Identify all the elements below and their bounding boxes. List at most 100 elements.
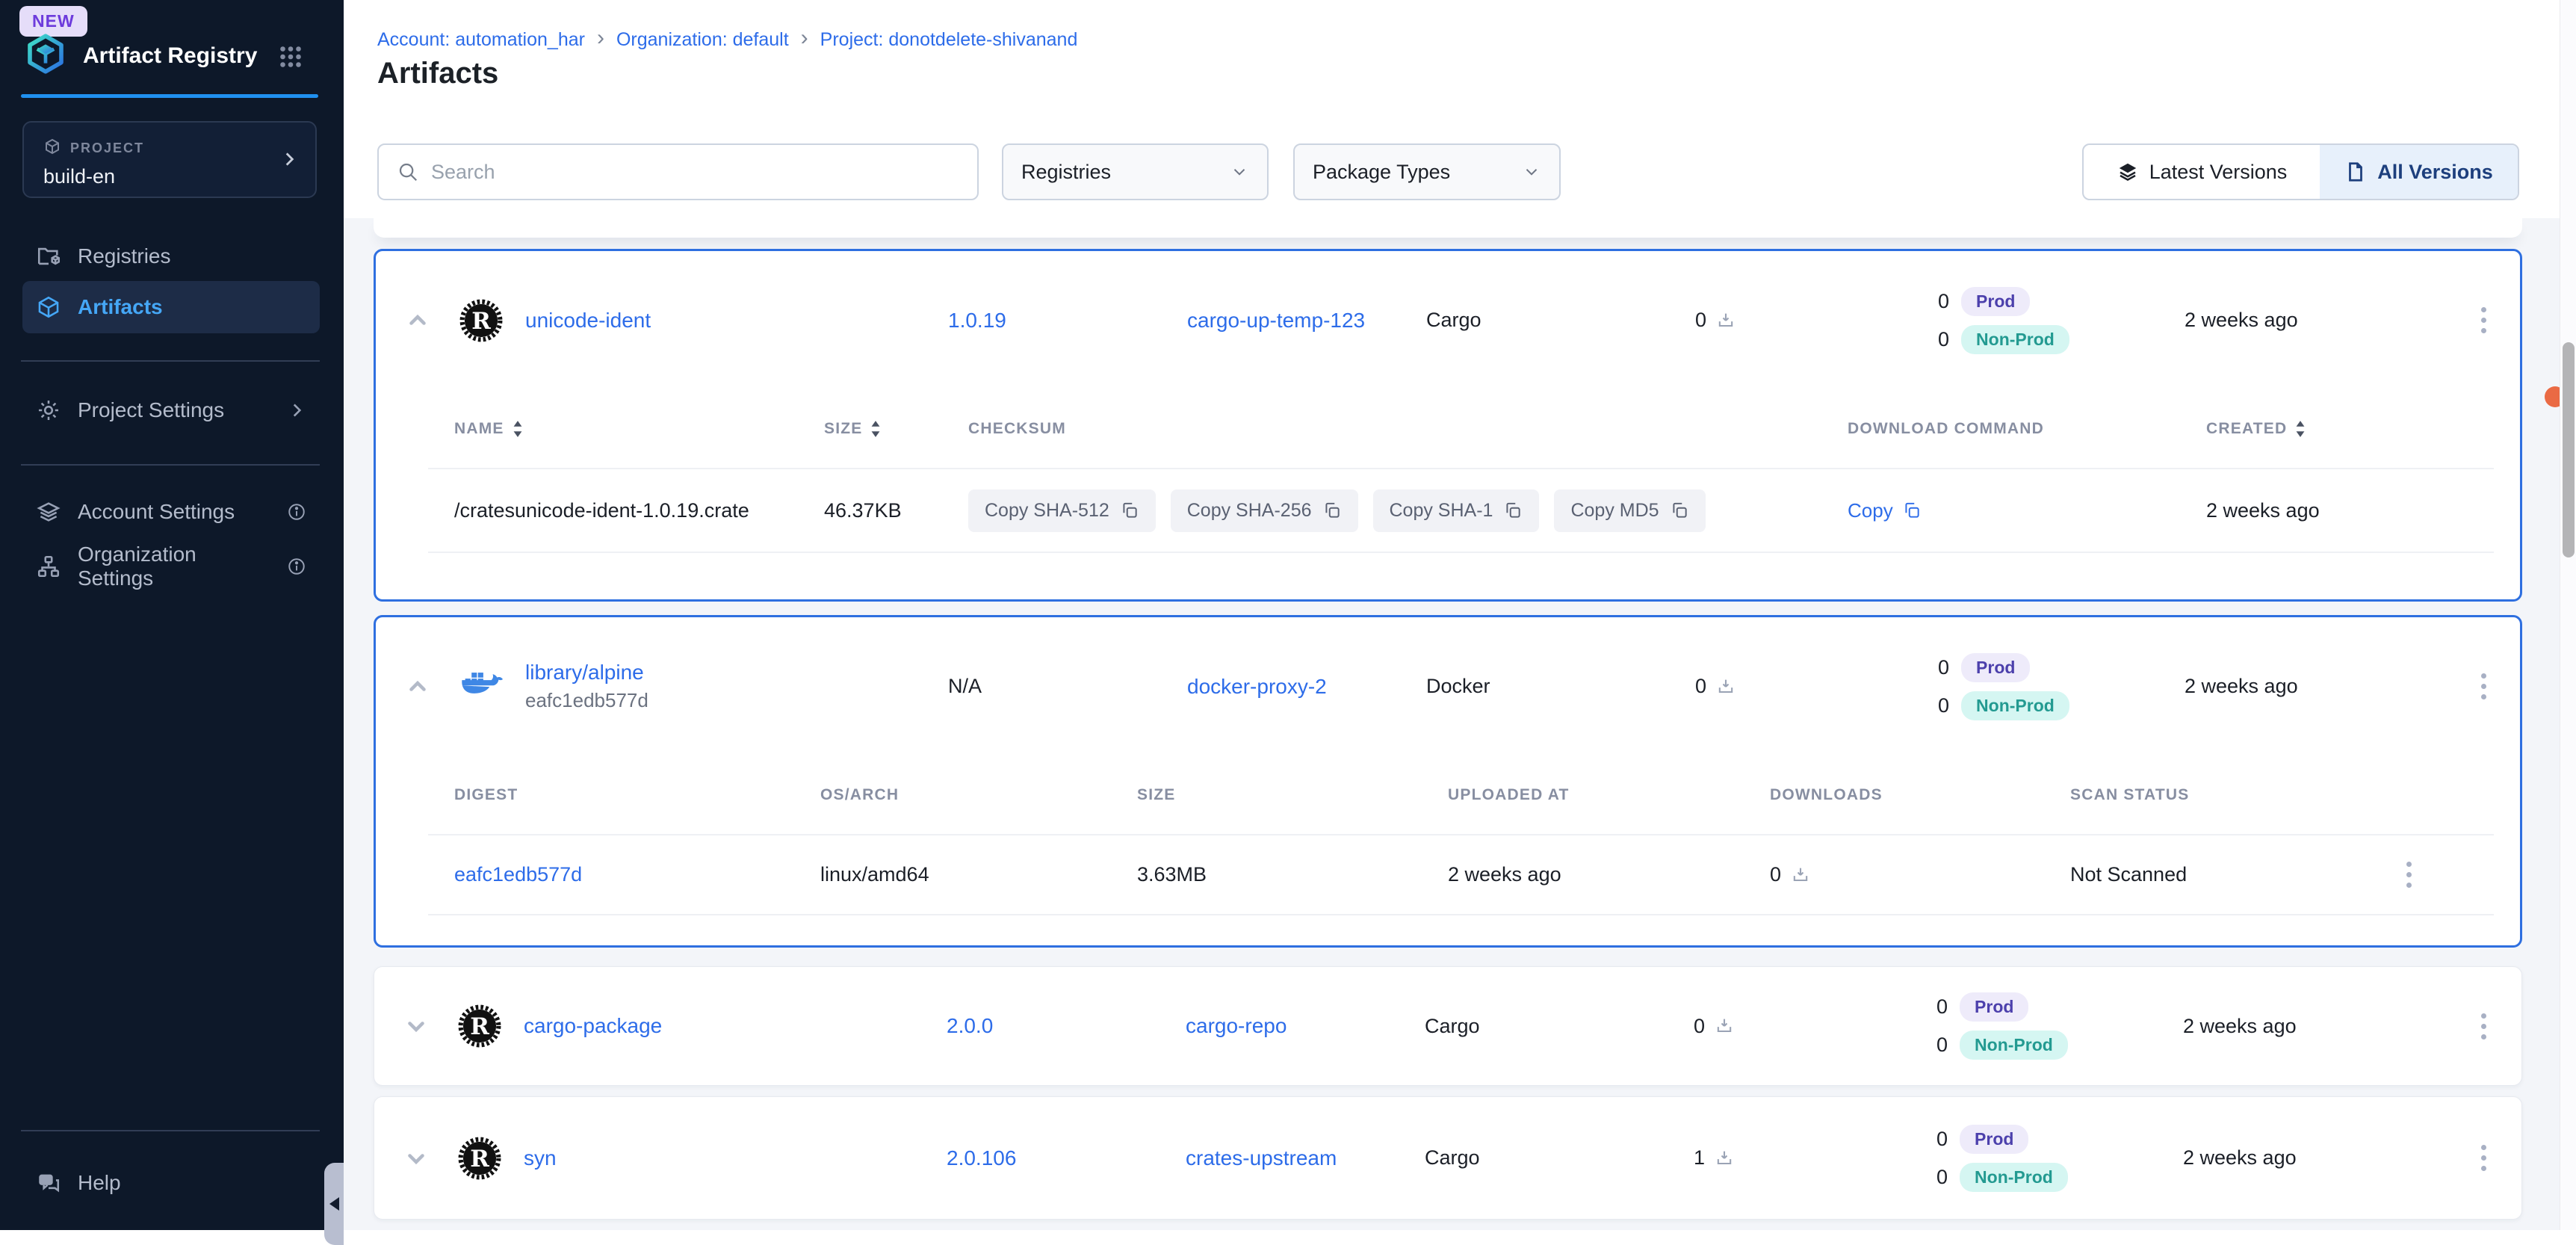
search-input[interactable] — [431, 161, 959, 184]
breadcrumb-org-link[interactable]: Organization: default — [616, 29, 789, 51]
artifact-registry-link[interactable]: crates-upstream — [1186, 1146, 1337, 1170]
sort-icon[interactable] — [870, 419, 882, 439]
prod-badge: Prod — [1960, 992, 2028, 1022]
scan-status: Not Scanned — [2070, 863, 2399, 886]
breadcrumb-project-link[interactable]: Project: donotdelete-shivanand — [820, 29, 1078, 51]
scrollbar-thumb[interactable] — [2563, 342, 2575, 557]
chevron-up-icon — [405, 674, 430, 699]
sidebar-item-artifacts[interactable]: Artifacts — [22, 281, 320, 333]
sidebar-item-registries[interactable]: Registries — [22, 230, 320, 282]
files-table-header: NAME SIZE CHECKSUM DOWNLOAD COMMAND CREA… — [376, 389, 2520, 468]
artifact-registry-link[interactable]: cargo-repo — [1186, 1014, 1287, 1037]
copy-icon — [1120, 501, 1139, 520]
download-icon — [1714, 1016, 1735, 1037]
sidebar-collapse-handle[interactable] — [324, 1163, 344, 1245]
digest-link[interactable]: eafc1edb577d — [454, 863, 582, 886]
collapse-row-button[interactable] — [376, 308, 459, 333]
svg-text:R: R — [471, 307, 491, 334]
new-badge: NEW — [19, 6, 87, 37]
sort-icon[interactable] — [2294, 419, 2306, 439]
artifact-card-unicode-ident: R unicode-ident 1.0.19 cargo-up-temp-123… — [374, 249, 2522, 602]
row-menu-kebab-icon[interactable] — [2446, 1006, 2521, 1047]
layers-gear-icon — [36, 499, 61, 525]
layers-icon — [2117, 161, 2139, 183]
expand-row-button[interactable] — [374, 1013, 458, 1039]
package-type: Docker — [1426, 675, 1695, 698]
nonprod-count: 0 — [1938, 328, 1949, 351]
uploaded-at: 2 weeks ago — [1448, 863, 1770, 886]
created-at: 2 weeks ago — [2185, 309, 2447, 332]
environments-cell: 0Prod 0Non-Prod — [1936, 992, 2183, 1060]
artifact-name-link[interactable]: unicode-ident — [525, 309, 651, 332]
row-menu-kebab-icon[interactable] — [2447, 300, 2520, 341]
artifact-version-link[interactable]: 2.0.0 — [947, 1014, 993, 1037]
artifact-version-link[interactable]: 1.0.19 — [948, 309, 1006, 332]
prod-count: 0 — [1938, 290, 1949, 313]
artifact-version-link[interactable]: 2.0.106 — [947, 1146, 1016, 1170]
manifests-table-header: DIGEST OS/ARCH SIZE UPLOADED AT DOWNLOAD… — [376, 756, 2520, 834]
document-icon — [2344, 161, 2367, 183]
created-at: 2 weeks ago — [2183, 1015, 2446, 1038]
artifact-row: R unicode-ident 1.0.19 cargo-up-temp-123… — [376, 251, 2520, 389]
package-types-filter-dropdown[interactable]: Package Types — [1293, 143, 1561, 200]
breadcrumb-account-link[interactable]: Account: automation_har — [377, 29, 585, 51]
column-header-created: CREATED — [2206, 420, 2287, 438]
app-switcher-grid-icon[interactable] — [275, 43, 306, 70]
artifact-card-library-alpine: library/alpine eafc1edb577d N/A docker-p… — [374, 615, 2522, 948]
artifact-name-link[interactable]: syn — [524, 1146, 557, 1170]
expand-row-button[interactable] — [374, 1146, 458, 1171]
file-row: /cratesunicode-ident-1.0.19.crate 46.37K… — [376, 469, 2520, 552]
cargo-package-icon: R — [459, 299, 525, 342]
copy-download-command-link[interactable]: Copy — [1848, 499, 2206, 522]
chevron-down-icon — [1230, 162, 1249, 182]
artifact-name-link[interactable]: library/alpine — [525, 661, 948, 685]
brand: Artifact Registry — [25, 33, 257, 78]
scrollbar-track[interactable] — [2560, 0, 2576, 1230]
sidebar-divider — [21, 360, 320, 362]
breadcrumb: Account: automation_har › Organization: … — [377, 27, 1077, 52]
collapse-left-icon — [329, 1197, 339, 1211]
svg-text:?: ? — [43, 1175, 49, 1185]
row-menu-kebab-icon[interactable] — [2446, 1137, 2521, 1178]
copy-sha1-button[interactable]: Copy SHA-1 — [1373, 489, 1540, 532]
sidebar-item-account-settings[interactable]: Account Settings — [22, 486, 320, 538]
artifact-registry-link[interactable]: cargo-up-temp-123 — [1187, 309, 1365, 332]
environments-cell: 0Prod 0Non-Prod — [1936, 1125, 2183, 1192]
artifact-version: N/A — [948, 675, 1187, 698]
package-types-filter-label: Package Types — [1313, 161, 1450, 184]
download-icon — [1790, 865, 1811, 886]
svg-text:R: R — [470, 1145, 489, 1172]
registries-filter-dropdown[interactable]: Registries — [1002, 143, 1269, 200]
info-icon[interactable] — [287, 502, 306, 522]
sidebar-item-project-settings[interactable]: Project Settings — [22, 384, 320, 436]
project-selector[interactable]: PROJECT build-en — [22, 121, 317, 198]
manifest-menu-kebab-icon[interactable] — [2399, 854, 2419, 895]
info-icon[interactable] — [287, 557, 306, 576]
sidebar-item-label: Help — [78, 1171, 121, 1195]
sidebar-item-help[interactable]: ? Help — [22, 1157, 320, 1209]
artifact-registry-link[interactable]: docker-proxy-2 — [1187, 675, 1327, 698]
manifest-size: 3.63MB — [1137, 863, 1448, 886]
prod-badge: Prod — [1961, 287, 2030, 316]
artifact-name-link[interactable]: cargo-package — [524, 1014, 662, 1037]
search-box — [377, 143, 979, 200]
row-menu-kebab-icon[interactable] — [2447, 666, 2520, 707]
copy-icon — [1670, 501, 1689, 520]
page-title: Artifacts — [377, 57, 498, 90]
file-name: /cratesunicode-ident-1.0.19.crate — [454, 499, 824, 522]
copy-sha512-button[interactable]: Copy SHA-512 — [968, 489, 1156, 532]
all-versions-button[interactable]: All Versions — [2320, 145, 2518, 199]
sidebar-item-organization-settings[interactable]: Organization Settings — [22, 540, 320, 593]
column-header-downloads: DOWNLOADS — [1770, 786, 2070, 804]
docker-whale-icon — [459, 665, 525, 708]
copy-md5-button[interactable]: Copy MD5 — [1554, 489, 1705, 532]
sidebar-item-label: Registries — [78, 244, 170, 268]
copy-sha256-button[interactable]: Copy SHA-256 — [1171, 489, 1358, 532]
latest-versions-button[interactable]: Latest Versions — [2084, 145, 2320, 199]
chevron-right-icon — [279, 149, 299, 169]
download-icon — [1714, 1148, 1735, 1169]
sort-icon[interactable] — [512, 419, 524, 439]
svg-text:R: R — [470, 1013, 489, 1040]
collapse-row-button[interactable] — [376, 674, 459, 699]
sidebar-item-label: Account Settings — [78, 500, 235, 524]
